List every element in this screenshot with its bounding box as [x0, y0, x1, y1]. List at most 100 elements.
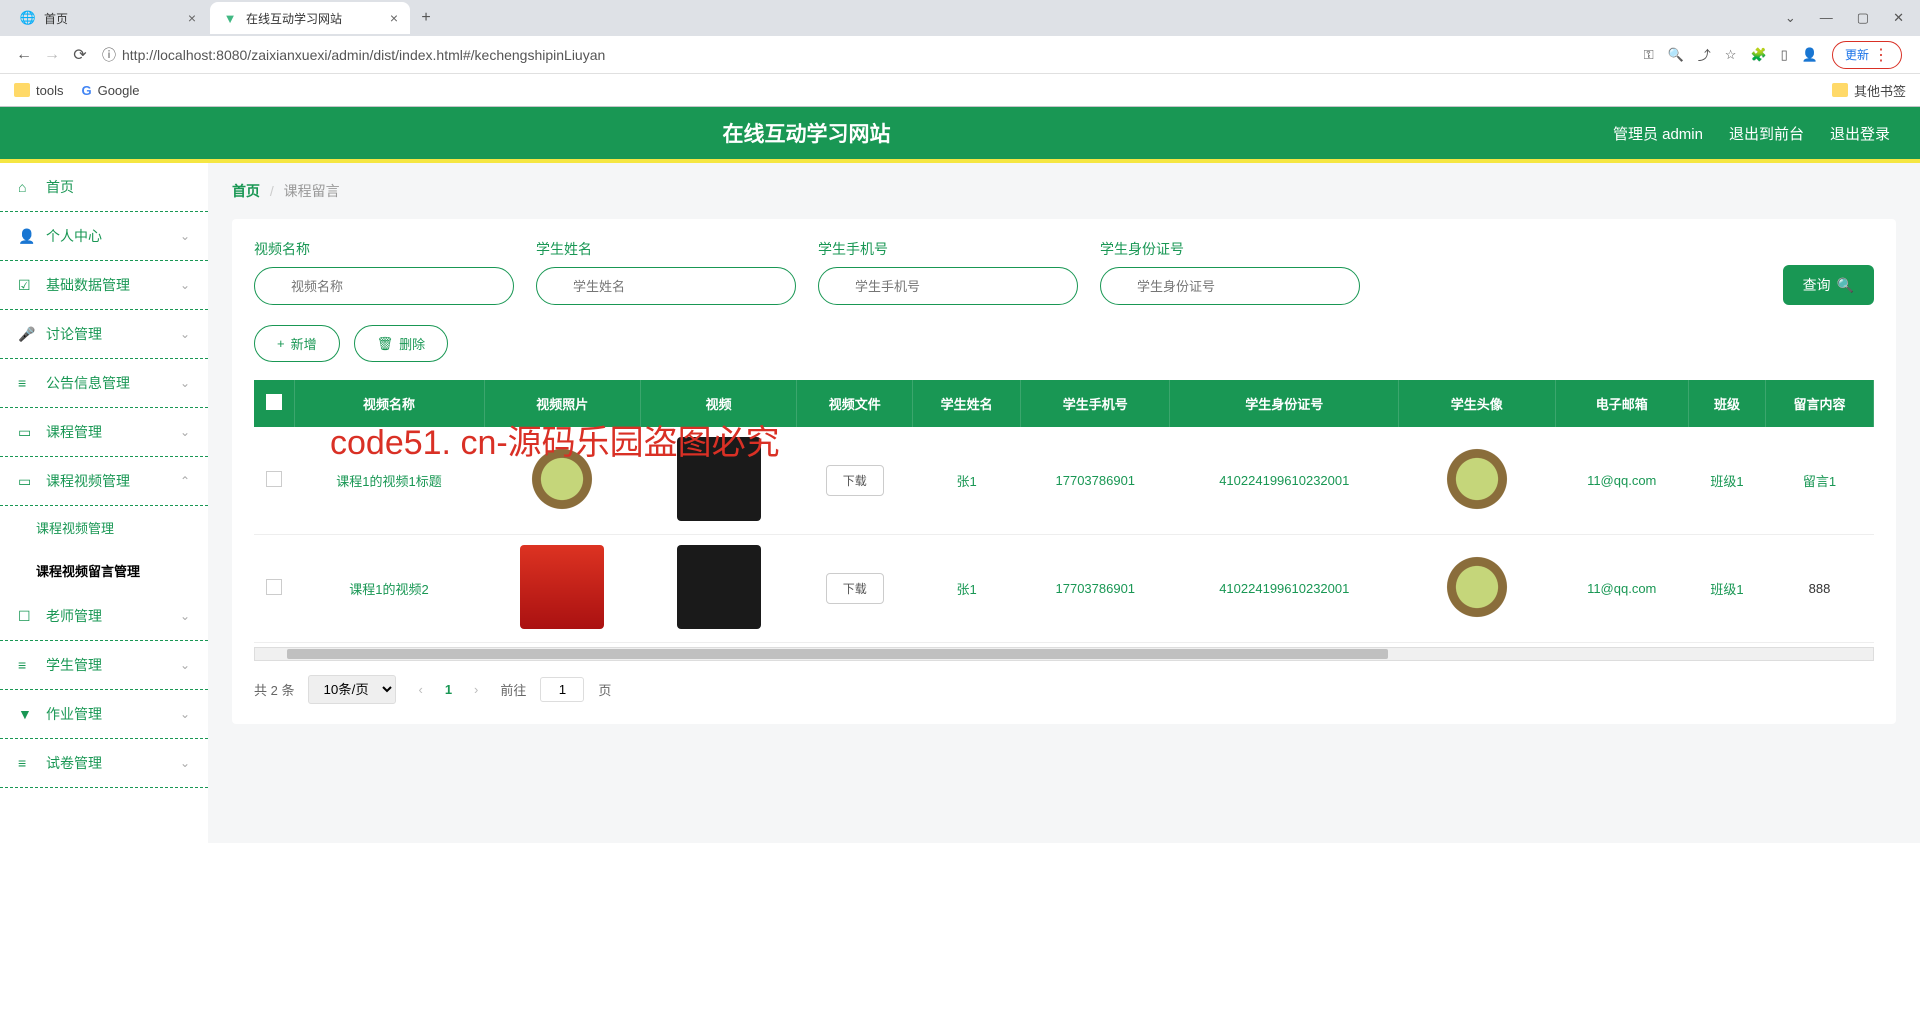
chevron-down-icon: ⌄ — [180, 707, 190, 721]
page-size-select[interactable]: 10条/页 — [308, 675, 396, 704]
table-row: 课程1的视频1标题 下载 张1 17703786901 410224199610… — [254, 427, 1874, 535]
rect-icon: ▭ — [18, 473, 36, 490]
download-button[interactable]: 下载 — [826, 465, 884, 496]
breadcrumb-home[interactable]: 首页 — [232, 183, 260, 199]
forward-button[interactable]: → — [38, 41, 66, 69]
video-thumb[interactable] — [677, 545, 761, 629]
chevron-down-icon: ⌄ — [180, 376, 190, 390]
dropdown-icon[interactable]: ⌄ — [1785, 10, 1796, 26]
sidebar-item-home[interactable]: ⌂首页 — [0, 163, 208, 212]
close-window-icon[interactable]: ✕ — [1893, 10, 1904, 26]
check-icon: ☑ — [18, 277, 36, 294]
down-icon: ▼ — [18, 706, 36, 722]
close-icon[interactable]: × — [390, 10, 398, 26]
current-page[interactable]: 1 — [445, 682, 452, 697]
chevron-down-icon: ⌄ — [180, 756, 190, 770]
panel-icon[interactable]: ▯ — [1781, 47, 1788, 63]
scrollbar-thumb[interactable] — [287, 649, 1387, 659]
select-all-checkbox[interactable] — [266, 394, 282, 410]
sidebar: ⌂首页 👤个人中心⌄ ☑基础数据管理⌄ 🎤讨论管理⌄ ≡公告信息管理⌄ ▭课程管… — [0, 163, 208, 843]
student-name-input[interactable] — [536, 267, 796, 305]
browser-toolbar: ← → ⟳ ⓘ http://localhost:8080/zaixianxue… — [0, 36, 1920, 74]
globe-icon: 🌐 — [20, 10, 36, 26]
plus-icon: + — [277, 336, 285, 351]
sidebar-item-discuss[interactable]: 🎤讨论管理⌄ — [0, 310, 208, 359]
key-icon[interactable]: ⚿ — [1644, 47, 1654, 63]
tab-home[interactable]: 🌐 首页 × — [8, 2, 208, 34]
sidebar-item-exam[interactable]: ≡试卷管理⌄ — [0, 739, 208, 788]
goto-page-input[interactable] — [540, 677, 584, 702]
bookmark-google[interactable]: G Google — [81, 83, 139, 98]
data-table: 视频名称 视频照片 视频 视频文件 学生姓名 学生手机号 学生身份证号 学生头像… — [254, 380, 1874, 643]
breadcrumb-current: 课程留言 — [284, 183, 340, 199]
student-id-input[interactable] — [1100, 267, 1360, 305]
video-thumb[interactable] — [677, 437, 761, 521]
minimize-icon[interactable]: — — [1820, 10, 1833, 26]
row-checkbox[interactable] — [266, 579, 282, 595]
student-phone-input[interactable] — [818, 267, 1078, 305]
horizontal-scrollbar[interactable] — [254, 647, 1874, 661]
logout-front-link[interactable]: 退出到前台 — [1729, 123, 1804, 144]
avatar-thumb[interactable] — [1435, 437, 1519, 521]
list-icon: ≡ — [18, 755, 36, 771]
sidebar-item-student[interactable]: ≡学生管理⌄ — [0, 641, 208, 690]
new-tab-button[interactable]: + — [412, 4, 440, 32]
admin-label[interactable]: 管理员 admin — [1613, 123, 1703, 144]
pagination: 共 2 条 10条/页 ‹ 1 › 前往 页 — [254, 675, 1874, 704]
main-panel: 视频名称 学生姓名 学生手机号 学生身份证号 查询🔍 +新增 — [232, 219, 1896, 724]
row-checkbox[interactable] — [266, 471, 282, 487]
sidebar-item-personal[interactable]: 👤个人中心⌄ — [0, 212, 208, 261]
table-row: 课程1的视频2 下载 张1 17703786901 41022419961023… — [254, 535, 1874, 643]
close-icon[interactable]: × — [188, 10, 196, 26]
tab-app[interactable]: ▼ 在线互动学习网站 × — [210, 2, 410, 34]
zoom-icon[interactable]: 🔍 — [1668, 47, 1684, 63]
sidebar-item-homework[interactable]: ▼作业管理⌄ — [0, 690, 208, 739]
update-button[interactable]: 更新 ⋮ — [1832, 41, 1902, 69]
prev-page-button[interactable]: ‹ — [410, 682, 430, 697]
bookmarks-bar: tools G Google 其他书签 — [0, 74, 1920, 106]
photo-thumb[interactable] — [520, 437, 604, 521]
back-button[interactable]: ← — [10, 41, 38, 69]
url-bar[interactable]: ⓘ http://localhost:8080/zaixianxuexi/adm… — [102, 45, 1628, 65]
url-text: http://localhost:8080/zaixianxuexi/admin… — [122, 47, 605, 63]
video-name-input[interactable] — [254, 267, 514, 305]
extension-icon[interactable]: 🧩 — [1750, 47, 1766, 63]
sidebar-item-teacher[interactable]: ☐老师管理⌄ — [0, 592, 208, 641]
query-button[interactable]: 查询🔍 — [1783, 265, 1874, 305]
action-buttons: +新增 🗑删除 — [254, 325, 1874, 362]
browser-chrome: 🌐 首页 × ▼ 在线互动学习网站 × + ⌄ — ▢ ✕ ← → ⟳ ⓘ ht… — [0, 0, 1920, 107]
maximize-icon[interactable]: ▢ — [1857, 10, 1869, 26]
chevron-down-icon: ⌄ — [180, 658, 190, 672]
delete-button[interactable]: 🗑删除 — [354, 325, 449, 362]
window-controls: ⌄ — ▢ ✕ — [1769, 10, 1920, 26]
add-button[interactable]: +新增 — [254, 325, 340, 362]
sidebar-item-coursevideo[interactable]: ▭课程视频管理⌃ — [0, 457, 208, 506]
download-button[interactable]: 下载 — [826, 573, 884, 604]
chevron-down-icon: ⌄ — [180, 327, 190, 341]
search-icon: 🔍 — [1837, 277, 1854, 294]
app-header: 在线互动学习网站 管理员 admin 退出到前台 退出登录 — [0, 107, 1920, 163]
rect-icon: ▭ — [18, 424, 36, 441]
chevron-down-icon: ⌄ — [180, 609, 190, 623]
logout-link[interactable]: 退出登录 — [1830, 123, 1890, 144]
menu-dots-icon: ⋮ — [1873, 45, 1889, 65]
photo-thumb[interactable] — [520, 545, 604, 629]
folder-icon — [14, 83, 30, 97]
bookmark-tools[interactable]: tools — [14, 83, 63, 98]
avatar-thumb[interactable] — [1435, 545, 1519, 629]
vue-icon: ▼ — [222, 10, 238, 26]
sidebar-sub-videomsg[interactable]: 课程视频留言管理 — [0, 549, 208, 592]
share-icon[interactable]: ⤴ — [1698, 45, 1711, 64]
total-count: 共 2 条 — [254, 680, 294, 699]
info-icon: ⓘ — [102, 45, 116, 65]
filter-student-id: 学生身份证号 — [1100, 239, 1360, 305]
sidebar-item-course[interactable]: ▭课程管理⌄ — [0, 408, 208, 457]
next-page-button[interactable]: › — [466, 682, 486, 697]
star-icon[interactable]: ☆ — [1725, 47, 1737, 63]
avatar-icon[interactable]: 👤 — [1802, 47, 1818, 63]
reload-button[interactable]: ⟳ — [66, 41, 94, 69]
sidebar-sub-videomgr[interactable]: 课程视频管理 — [0, 506, 208, 549]
sidebar-item-notice[interactable]: ≡公告信息管理⌄ — [0, 359, 208, 408]
sidebar-item-basedata[interactable]: ☑基础数据管理⌄ — [0, 261, 208, 310]
bookmark-other[interactable]: 其他书签 — [1832, 81, 1906, 100]
